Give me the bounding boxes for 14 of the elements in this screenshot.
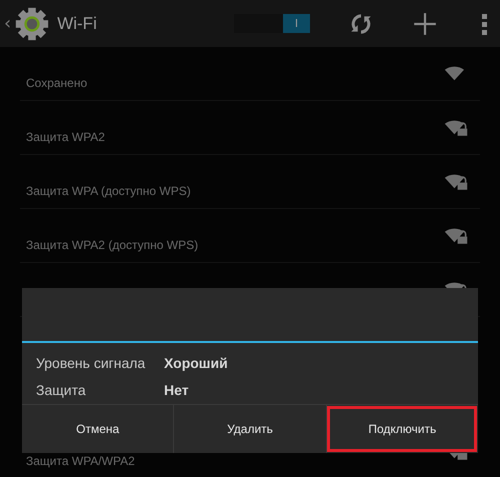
- detail-value: Нет: [164, 382, 189, 398]
- screen-title: Wi-Fi: [57, 14, 97, 34]
- network-status: Сохранено: [26, 76, 88, 90]
- detail-value: Хороший: [164, 354, 228, 370]
- dialog-button[interactable]: Подключить: [326, 405, 478, 453]
- network-status: Защита WPA/WPA2: [26, 454, 135, 468]
- network-status: Защита WPA (доступно WPS): [26, 184, 191, 198]
- plus-icon[interactable]: [412, 10, 438, 36]
- back-icon[interactable]: ‹: [4, 13, 12, 34]
- network-status: Защита WPA2: [26, 130, 105, 144]
- detail-label: Уровень сигнала: [36, 354, 146, 370]
- network-status: Защита WPA2 (доступно WPS): [26, 238, 198, 252]
- menu-icon[interactable]: [482, 12, 488, 36]
- detail-label: Защита: [36, 382, 87, 398]
